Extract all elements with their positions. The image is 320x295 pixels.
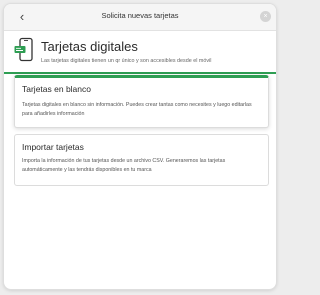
option-title: Tarjetas en blanco bbox=[22, 84, 91, 94]
dialog-title: Solicita nuevas tarjetas bbox=[101, 11, 179, 20]
phone-card-icon bbox=[14, 37, 33, 62]
section-header: Tarjetas digitales Las tarjetas digitale… bbox=[4, 31, 276, 74]
close-icon[interactable]: × bbox=[260, 11, 271, 22]
option-blank-cards[interactable]: Tarjetas en blanco Tarjetas digitales en… bbox=[14, 75, 269, 128]
page-subtitle: Las tarjetas digitales tienen un qr únic… bbox=[41, 58, 212, 64]
titlebar: ‹ Solicita nuevas tarjetas × bbox=[4, 4, 276, 31]
option-description: Tarjetas digitales en blanco sin informa… bbox=[22, 102, 252, 117]
option-import-cards[interactable]: Importar tarjetas Importa la información… bbox=[14, 134, 269, 186]
back-chevron-icon[interactable]: ‹ bbox=[14, 9, 30, 25]
option-title: Importar tarjetas bbox=[22, 142, 84, 152]
option-description: Importa la información de tus tarjetas d… bbox=[22, 158, 226, 173]
dialog-window: ‹ Solicita nuevas tarjetas × Tarjetas di… bbox=[4, 4, 276, 289]
page-title: Tarjetas digitales bbox=[41, 39, 138, 54]
